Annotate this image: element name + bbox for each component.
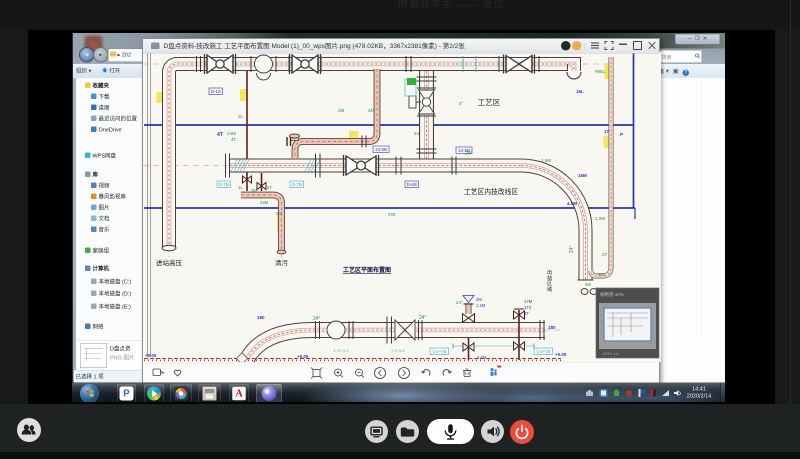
svg-text:24°: 24° bbox=[456, 300, 463, 305]
svg-text:域: 域 bbox=[547, 285, 552, 293]
svg-text:4T: 4T bbox=[267, 185, 272, 190]
svg-text:180: 180 bbox=[548, 325, 556, 330]
svg-text:4.6M: 4.6M bbox=[567, 201, 577, 206]
svg-text:+0.00: +0.00 bbox=[555, 352, 567, 357]
svg-text:1T: 1T bbox=[604, 129, 610, 134]
svg-text:2M: 2M bbox=[476, 297, 482, 302]
svg-text:1.6M: 1.6M bbox=[541, 158, 551, 163]
svg-text:4°: 4° bbox=[459, 101, 464, 106]
svg-text:2M: 2M bbox=[585, 282, 591, 287]
svg-text:4M: 4M bbox=[598, 272, 604, 277]
svg-text:+0.00: +0.00 bbox=[297, 354, 309, 359]
svg-text:工艺区内技改线区: 工艺区内技改线区 bbox=[464, 187, 519, 196]
svg-text:1.2M: 1.2M bbox=[476, 303, 486, 308]
svg-text:1T2: 1T2 bbox=[524, 305, 532, 310]
svg-text:工艺区: 工艺区 bbox=[478, 98, 501, 107]
svg-text:2L: 2L bbox=[238, 114, 244, 119]
svg-text:24°: 24° bbox=[313, 316, 321, 322]
svg-text:+0.00: +0.00 bbox=[145, 353, 157, 358]
svg-text:#28: #28 bbox=[388, 212, 396, 217]
svg-text:24°: 24° bbox=[569, 245, 575, 253]
svg-text:24°: 24° bbox=[419, 315, 427, 321]
svg-text:2M: 2M bbox=[251, 188, 257, 193]
svg-text:D-7B: D-7B bbox=[219, 182, 229, 187]
svg-text:#98L: #98L bbox=[595, 69, 606, 74]
svg-text:进站高压: 进站高压 bbox=[156, 258, 183, 267]
svg-text:1.0~78: 1.0~78 bbox=[536, 349, 550, 354]
svg-text:17M: 17M bbox=[524, 299, 533, 304]
svg-text:4M: 4M bbox=[368, 108, 375, 113]
svg-text:7.3~5.6: 7.3~5.6 bbox=[391, 348, 405, 353]
svg-text:清污: 清污 bbox=[275, 258, 289, 267]
svg-text:缩略图 40%: 缩略图 40% bbox=[600, 291, 624, 298]
svg-text:180: 180 bbox=[257, 315, 265, 320]
svg-text:D-19: D-19 bbox=[211, 89, 221, 94]
svg-text:1L: 1L bbox=[238, 185, 243, 190]
svg-text:D-6B: D-6B bbox=[407, 182, 417, 187]
svg-text:2M: 2M bbox=[338, 108, 345, 113]
svg-text:4T: 4T bbox=[524, 311, 529, 316]
svg-text:24: 24 bbox=[414, 131, 420, 136]
svg-text:5M: 5M bbox=[276, 211, 282, 216]
svg-text:1.0~76: 1.0~76 bbox=[432, 349, 446, 354]
svg-text:13-6B: 13-6B bbox=[458, 148, 470, 153]
svg-text:4.0M: 4.0M bbox=[477, 355, 487, 360]
svg-text:24M: 24M bbox=[260, 200, 269, 205]
svg-text:24M: 24M bbox=[227, 131, 236, 136]
svg-text:1.2M: 1.2M bbox=[595, 216, 605, 221]
svg-text:13-6B: 13-6B bbox=[375, 147, 387, 152]
svg-text:D-7B: D-7B bbox=[292, 182, 302, 187]
svg-text:4T: 4T bbox=[231, 137, 237, 142]
svg-text:P: P bbox=[620, 132, 623, 137]
svg-text:1.72~4.0: 1.72~4.0 bbox=[333, 348, 349, 353]
svg-text:16M: 16M bbox=[578, 173, 587, 178]
svg-text:15L: 15L bbox=[576, 89, 584, 94]
svg-text:工艺区平面布置图: 工艺区平面布置图 bbox=[343, 266, 391, 274]
svg-text:2T: 2T bbox=[602, 252, 608, 257]
svg-text:100% 1:1: 100% 1:1 bbox=[602, 351, 620, 356]
svg-text:4T: 4T bbox=[217, 132, 223, 138]
